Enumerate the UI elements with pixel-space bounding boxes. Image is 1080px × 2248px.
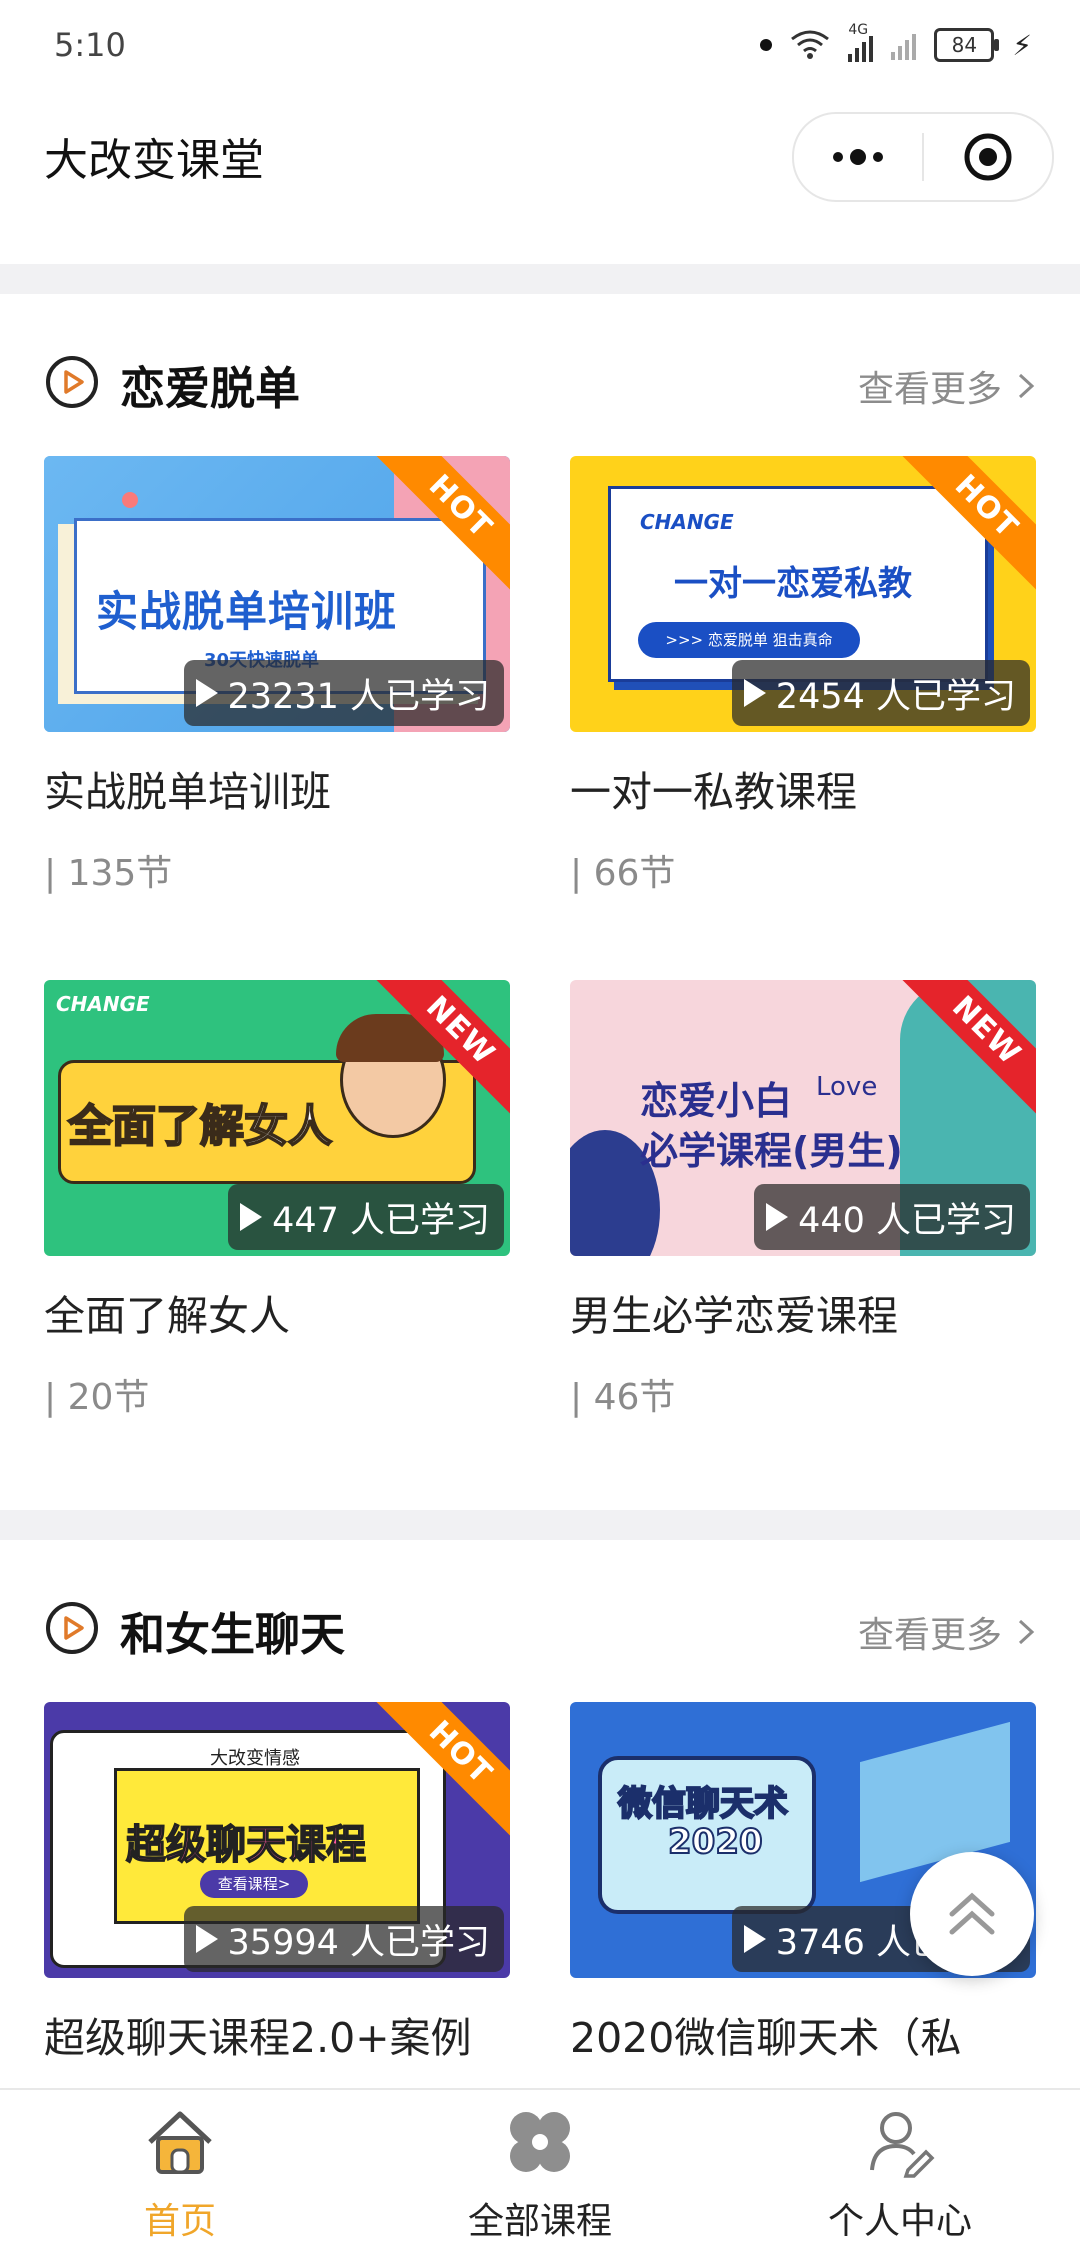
- play-icon: [195, 1925, 218, 1953]
- miniprogram-capsule: [792, 112, 1054, 202]
- close-button[interactable]: [924, 114, 1052, 200]
- signal-4g-icon: 4G: [848, 22, 874, 62]
- play-icon: [195, 679, 218, 707]
- back-to-top-button[interactable]: [910, 1852, 1034, 1976]
- signal-icon: [891, 30, 917, 60]
- play-icon: [743, 1925, 766, 1953]
- section-dating: 恋爱脱单 查看更多 实战脱单培训班 30天快速脱单 HOT 23231 人已学习…: [0, 294, 1080, 1506]
- thumb-brand: CHANGE: [56, 992, 150, 1016]
- learners-count: 2454 人已学习: [731, 660, 1030, 726]
- course-title: 超级聊天课程2.0+案例: [44, 2014, 472, 2062]
- status-bar: 5:10 4G 84 ⚡: [0, 0, 1080, 92]
- tab-label: 个人中心: [827, 2201, 972, 2242]
- play-icon: [766, 1203, 789, 1231]
- course-thumbnail: CHANGE 全面了解女人 NEW 447 人已学习: [44, 980, 510, 1256]
- lesson-count: | 20节: [44, 1377, 150, 1418]
- course-title: 实战脱单培训班: [44, 768, 331, 816]
- section-divider: [0, 1510, 1080, 1540]
- course-thumbnail: CHANGE 一对一恋爱私教 >>> 恋爱脱单 狙击真命 HOT 2454 人已…: [570, 456, 1036, 732]
- learners-count: 440 人已学习: [754, 1184, 1030, 1250]
- page-title: 大改变课堂: [44, 135, 264, 186]
- thumb-title: 一对一恋爱私教: [674, 564, 912, 604]
- see-more-label: 查看更多: [857, 369, 1002, 410]
- thumb-title: 恋爱小白: [640, 1079, 793, 1123]
- course-thumbnail: 实战脱单培训班 30天快速脱单 HOT 23231 人已学习: [44, 456, 510, 732]
- clover-icon: [510, 2112, 570, 2172]
- course-title: 全面了解女人: [44, 1292, 290, 1340]
- section-title: 和女生聊天: [120, 1608, 346, 1661]
- double-chevron-up-icon: [949, 1892, 995, 1935]
- section-header: 和女生聊天 查看更多: [44, 1590, 1036, 1670]
- tab-all-courses[interactable]: 全部课程: [360, 2090, 720, 2248]
- title-bar: 大改变课堂: [0, 92, 1080, 264]
- status-time: 5:10: [54, 26, 126, 64]
- thumb-title: 超级聊天课程: [125, 1821, 367, 1869]
- thumb-brand: CHANGE: [640, 510, 734, 534]
- chevron-right-icon: [1018, 1619, 1035, 1645]
- thumb-subtitle: >>> 恋爱脱单 狙击真命: [638, 622, 860, 658]
- see-more-link[interactable]: 查看更多: [858, 360, 1036, 412]
- tab-profile[interactable]: 个人中心: [720, 2090, 1080, 2248]
- tab-home[interactable]: 首页: [0, 2090, 360, 2248]
- thumb-title: 微信聊天术: [617, 1783, 789, 1825]
- play-icon: [743, 679, 766, 707]
- course-thumbnail: 大改变情感 超级聊天课程 查看课程> HOT 35994 人已学习: [44, 1702, 510, 1978]
- charging-icon: ⚡: [1012, 28, 1032, 62]
- tab-label: 首页: [143, 2201, 216, 2242]
- more-dots-icon: [833, 149, 883, 165]
- thumb-love: Love: [816, 1072, 878, 1102]
- learners-count: 35994 人已学习: [183, 1906, 504, 1972]
- see-more-label: 查看更多: [857, 1615, 1002, 1656]
- play-circle-icon: [46, 356, 98, 408]
- course-title: 一对一私教课程: [570, 768, 857, 816]
- thumb-title: 全面了解女人: [67, 1100, 333, 1153]
- more-button[interactable]: [794, 114, 922, 200]
- thumb-title-2: 必学课程(男生): [640, 1129, 903, 1173]
- course-thumbnail: 恋爱小白 必学课程(男生) Love NEW 440 人已学习: [570, 980, 1036, 1256]
- see-more-link[interactable]: 查看更多: [858, 1606, 1036, 1658]
- section-header: 恋爱脱单 查看更多: [44, 344, 1036, 424]
- thumb-button: 查看课程>: [200, 1870, 308, 1898]
- play-icon: [240, 1203, 263, 1231]
- thumb-decor: [122, 492, 138, 508]
- lesson-count: | 135节: [44, 853, 173, 894]
- course-title: 2020微信聊天术（私: [570, 2014, 962, 2062]
- status-icons: 4G 84 ⚡: [760, 22, 1032, 68]
- tab-label: 全部课程: [467, 2201, 612, 2242]
- user-edit-icon: [870, 2112, 935, 2178]
- thumb-title-2: 2020: [667, 1821, 764, 1863]
- section-divider: [0, 264, 1080, 294]
- lesson-count: | 46节: [570, 1377, 676, 1418]
- course-title: 男生必学恋爱课程: [570, 1292, 898, 1340]
- home-icon: [148, 2111, 212, 2174]
- play-circle-icon: [46, 1602, 98, 1654]
- target-close-icon: [964, 133, 1012, 181]
- learners-count: 447 人已学习: [228, 1184, 504, 1250]
- learners-count: 23231 人已学习: [183, 660, 504, 726]
- section-title: 恋爱脱单: [120, 362, 301, 415]
- notification-dot-icon: [760, 39, 773, 51]
- thumb-title: 实战脱单培训班: [96, 587, 398, 636]
- wifi-icon: [791, 30, 830, 59]
- thumb-top: 大改变情感: [210, 1748, 300, 1769]
- section-chatting: 和女生聊天 查看更多 大改变情感 超级聊天课程 查看课程> HOT 35994 …: [0, 1540, 1080, 2088]
- lesson-count: | 66节: [570, 853, 676, 894]
- chevron-right-icon: [1018, 373, 1035, 399]
- battery-icon: 84: [934, 28, 1000, 62]
- bottom-tab-bar: 首页 全部课程 个人中心: [0, 2088, 1080, 2248]
